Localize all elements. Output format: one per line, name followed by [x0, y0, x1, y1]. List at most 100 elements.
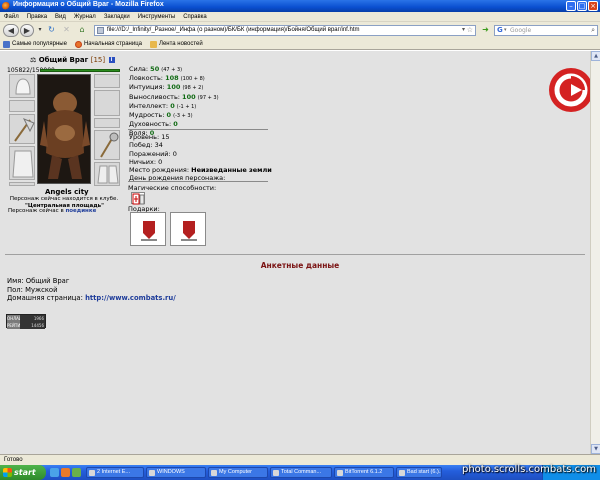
scroll-down-icon[interactable]: ▼: [591, 444, 600, 454]
taskbar-button[interactable]: Total Comman...: [270, 467, 332, 478]
menu-edit[interactable]: Правка: [27, 14, 47, 20]
bookmark-most-visited[interactable]: Самые популярные: [3, 40, 67, 48]
quicklaunch-desktop-icon[interactable]: [72, 468, 81, 477]
bookmark-label: Начальная страница: [83, 41, 142, 47]
stat-row: Выносливость: 100 (97 + 3): [129, 93, 219, 102]
minimize-icon[interactable]: –: [566, 1, 576, 11]
home-icon[interactable]: ⌂: [75, 24, 89, 37]
stat-breakdown: (47 + 3): [161, 67, 183, 73]
search-icon[interactable]: ⌕: [591, 26, 595, 35]
offhand-slot[interactable]: [94, 130, 120, 160]
stat-label: Ловкость:: [129, 74, 163, 83]
earring-slot[interactable]: [9, 100, 35, 112]
menu-tools[interactable]: Инструменты: [138, 14, 175, 20]
counter-label: ОНЛАЙН: [7, 315, 25, 322]
stats-list: Сила: 50 (47 + 3) Ловкость: 108 (100 + 8)…: [129, 65, 219, 139]
stat-breakdown: (-3 + 3): [173, 113, 193, 120]
stat-value: 100: [182, 92, 196, 101]
window-titlebar: Информация о Общий Враг - Mozilla Firefo…: [0, 0, 600, 12]
menu-view[interactable]: Вид: [55, 14, 66, 20]
mace-icon: [100, 132, 119, 158]
stat-label: Выносливость:: [129, 92, 180, 101]
gift-item[interactable]: [130, 212, 166, 246]
taskbar-button[interactable]: WINDOWS: [146, 467, 206, 478]
maximize-icon[interactable]: □: [577, 1, 587, 11]
stat-breakdown: (100 + 8): [180, 76, 205, 83]
google-icon[interactable]: G: [497, 26, 503, 34]
birthplace-value: Неизведанные земли: [191, 166, 272, 175]
profile-home-label: Домашняя страница:: [7, 294, 83, 302]
go-arrow-icon[interactable]: ➜: [480, 25, 491, 36]
stat-row: Мудрость: 0 (-3 + 3): [129, 111, 219, 120]
stat-row: Ловкость: 108 (100 + 8): [129, 74, 219, 83]
search-engine-dropdown-icon[interactable]: ▾: [504, 27, 507, 33]
ring-slot[interactable]: [94, 74, 120, 88]
taskbar-button[interactable]: My Computer: [208, 467, 268, 478]
address-dropdown-icon[interactable]: ▾: [462, 26, 465, 33]
stat-value: 50: [150, 65, 160, 73]
bookmark-star-icon[interactable]: ☆: [467, 26, 473, 34]
visitor-counter[interactable]: ОНЛАЙН 1966 РЕЙТИНГ 14456: [6, 314, 46, 329]
magic-ability-icon[interactable]: [131, 192, 145, 205]
search-placeholder[interactable]: Google: [510, 27, 531, 34]
stat-row: Интуиция: 100 (98 + 2): [129, 83, 219, 92]
bookmarks-toolbar: Самые популярные Начальная страница Лент…: [0, 39, 600, 50]
belt-slot[interactable]: [9, 182, 35, 186]
forward-button[interactable]: ▶: [20, 24, 34, 37]
window-title: Информация о Общий Враг - Mozilla Firefo…: [13, 1, 164, 8]
navigation-toolbar: ◀ ▶ ▾ ↻ ✕ ⌂ file:///D:/_Infinity/_Разное…: [0, 22, 600, 39]
weapon-slot[interactable]: [9, 114, 35, 144]
stat-breakdown: (-1 + 1): [176, 103, 197, 110]
stat-breakdown: (97 + 3): [197, 94, 219, 101]
close-icon[interactable]: ×: [588, 1, 598, 11]
character-info: Уровень: 15 Побед: 34 Поражений: 0 Ничьи…: [129, 133, 272, 183]
bookmark-label: Лента новостей: [159, 41, 203, 47]
address-bar[interactable]: file:///D:/_Infinity/_Разное/_Инфа (о ра…: [94, 25, 476, 36]
history-dropdown-icon[interactable]: ▾: [36, 24, 44, 37]
vertical-scrollbar[interactable]: ▲ ▼: [590, 51, 600, 454]
boots-slot[interactable]: [94, 162, 120, 186]
duel-link[interactable]: поединке: [65, 208, 96, 214]
scroll-up-icon[interactable]: ▲: [591, 51, 600, 61]
birthplace-label: Место рождения:: [129, 166, 190, 175]
gloves-slot[interactable]: [94, 90, 120, 116]
bookmark-home-page[interactable]: Начальная страница: [74, 40, 142, 48]
profile-sex-value: Мужской: [25, 285, 58, 294]
menu-history[interactable]: Журнал: [74, 14, 96, 20]
armor-icon: [12, 150, 34, 178]
taskbar-button[interactable]: Bad start (6.)...: [396, 467, 442, 478]
quicklaunch-firefox-icon[interactable]: [61, 468, 70, 477]
counter-value: 14456: [20, 322, 45, 329]
reload-icon[interactable]: ↻: [45, 24, 58, 37]
page-favicon: [97, 27, 104, 34]
section-divider: [5, 254, 585, 255]
stat-value: 0: [173, 120, 178, 129]
profile-title: Анкетные данные: [260, 261, 340, 270]
boots-icon: [97, 165, 119, 184]
start-button[interactable]: start: [0, 465, 46, 480]
taskbar-button[interactable]: BitTorrent 6.1.2: [334, 467, 394, 478]
divider: [128, 129, 268, 130]
helmet-slot[interactable]: [9, 74, 35, 98]
losses-label: Поражений:: [129, 149, 171, 158]
menu-help[interactable]: Справка: [183, 14, 207, 20]
search-box[interactable]: G ▾ Google ⌕: [494, 25, 598, 36]
back-button[interactable]: ◀: [3, 24, 19, 37]
menu-file[interactable]: Файл: [4, 14, 19, 20]
homepage-link[interactable]: http://www.combats.ru/: [85, 294, 176, 302]
club-status: Персонаж сейчас находится в клубе.: [9, 196, 119, 202]
bookmark-news-feed[interactable]: Лента новостей: [150, 40, 203, 48]
quicklaunch-ie-icon[interactable]: [50, 468, 59, 477]
bracer-slot[interactable]: [94, 118, 120, 128]
gift-item[interactable]: [170, 212, 206, 246]
address-url[interactable]: file:///D:/_Infinity/_Разное/_Инфа (о ра…: [107, 27, 360, 33]
taskbar-button[interactable]: 2 Internet E...: [86, 467, 144, 478]
menu-bookmarks[interactable]: Закладки: [104, 14, 130, 20]
stop-icon[interactable]: ✕: [60, 24, 73, 37]
info-icon[interactable]: i: [108, 57, 115, 63]
character-align-icon: ⚖: [30, 56, 37, 64]
armor-slot[interactable]: [9, 146, 35, 180]
hp-bar: [40, 69, 120, 72]
stat-row: Сила: 50 (47 + 3): [129, 65, 219, 74]
level-label: Уровень:: [129, 133, 160, 141]
